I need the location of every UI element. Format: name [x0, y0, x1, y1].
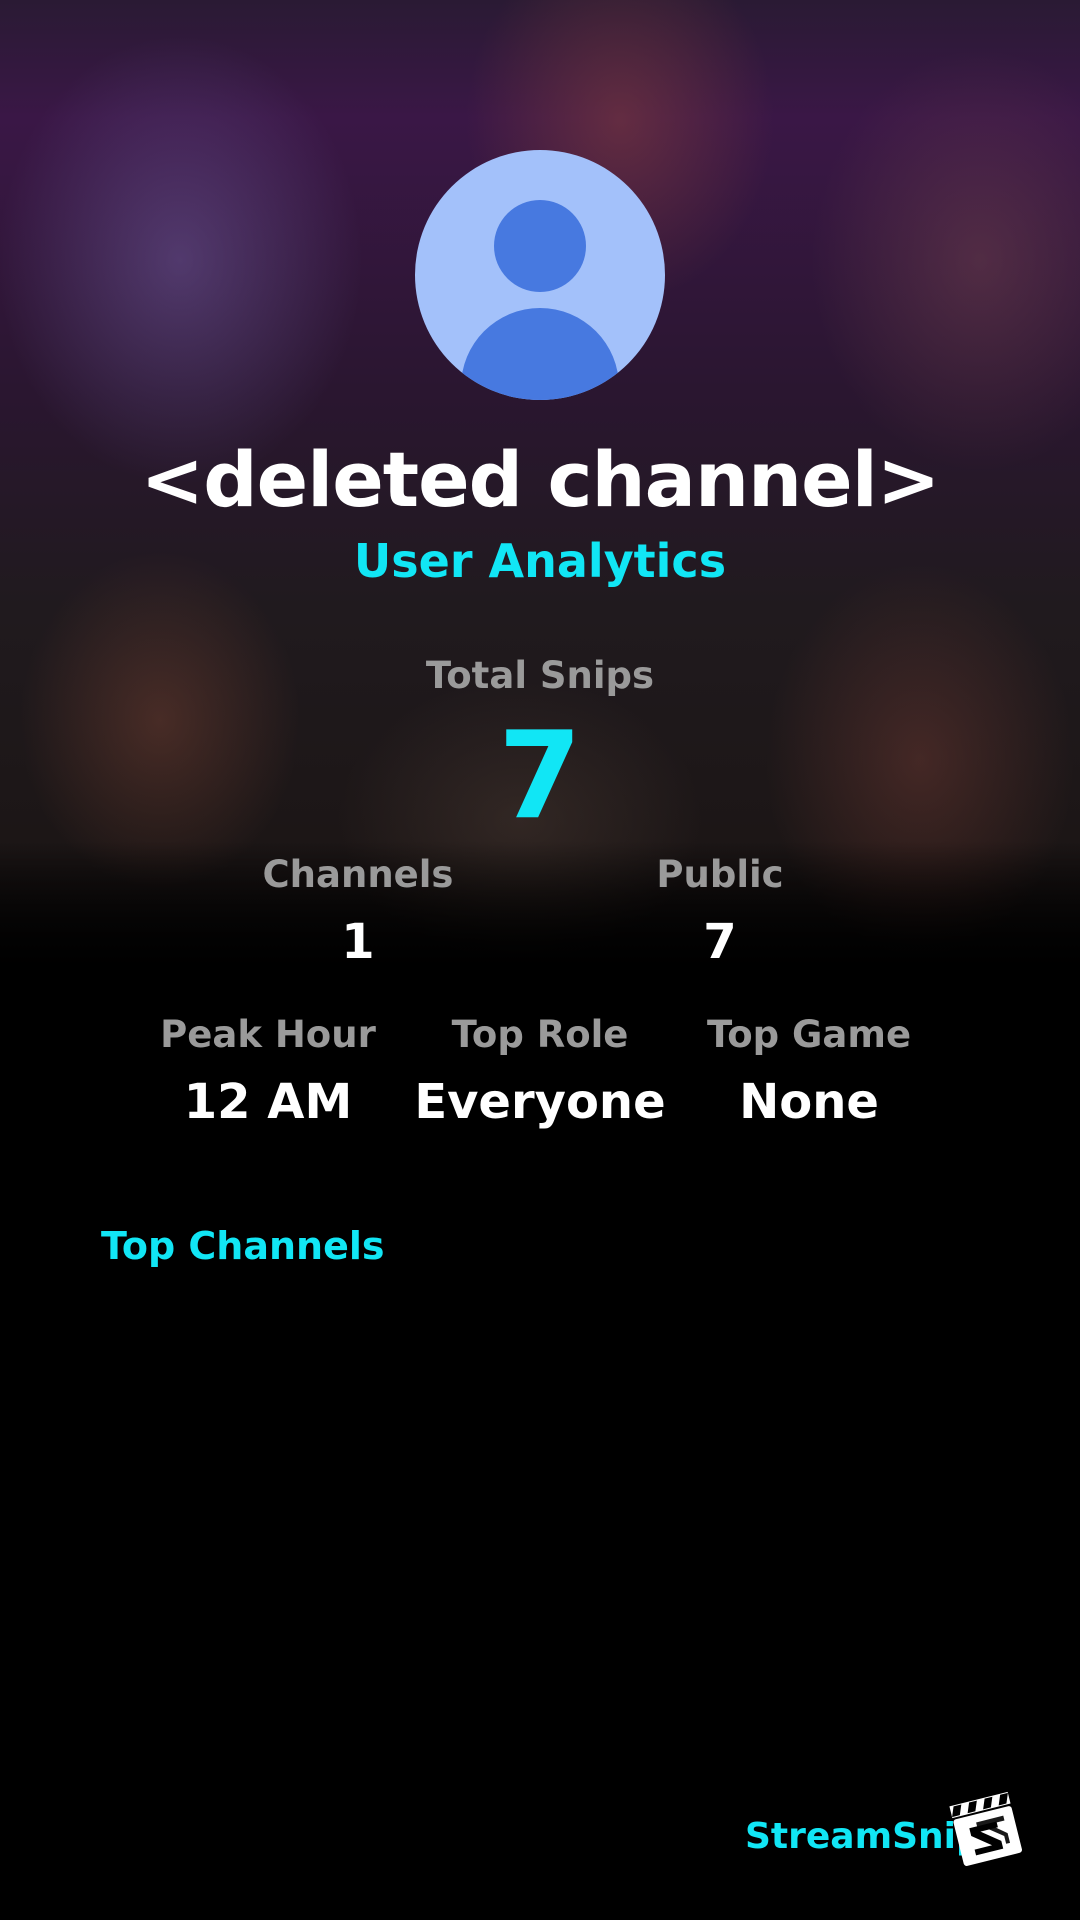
- peak-hour-label: Peak Hour: [160, 1013, 376, 1056]
- avatar-body: [461, 308, 619, 400]
- avatar-head: [494, 200, 586, 292]
- peak-hour-value: 12 AM: [183, 1074, 353, 1130]
- top-game-stat: Top Game None: [674, 1013, 944, 1130]
- top-role-stat: Top Role Everyone: [405, 1013, 675, 1130]
- channel-name: <deleted channel>: [140, 435, 941, 524]
- public-value: 7: [703, 914, 737, 970]
- public-stat: Public 7: [600, 853, 840, 970]
- top-game-value: None: [739, 1074, 879, 1130]
- total-snips-label: Total Snips: [425, 654, 655, 697]
- clapperboard-logo-icon: [949, 1791, 1023, 1866]
- total-snips-value: 7: [498, 707, 582, 846]
- top-game-label: Top Game: [706, 1013, 912, 1056]
- top-role-label: Top Role: [451, 1013, 629, 1056]
- page-subtitle: User Analytics: [353, 534, 727, 588]
- channels-stat: Channels 1: [238, 853, 478, 970]
- default-user-avatar-icon: [415, 150, 665, 400]
- channels-label: Channels: [262, 853, 454, 896]
- user-analytics-card: <deleted channel> User Analytics Total S…: [0, 0, 1080, 1920]
- brand-name: StreamSnip: [745, 1816, 982, 1857]
- channels-value: 1: [341, 914, 375, 970]
- top-channels-heading: Top Channels: [101, 1224, 385, 1268]
- top-role-value: Everyone: [414, 1074, 666, 1130]
- public-label: Public: [656, 853, 784, 896]
- peak-hour-stat: Peak Hour 12 AM: [133, 1013, 403, 1130]
